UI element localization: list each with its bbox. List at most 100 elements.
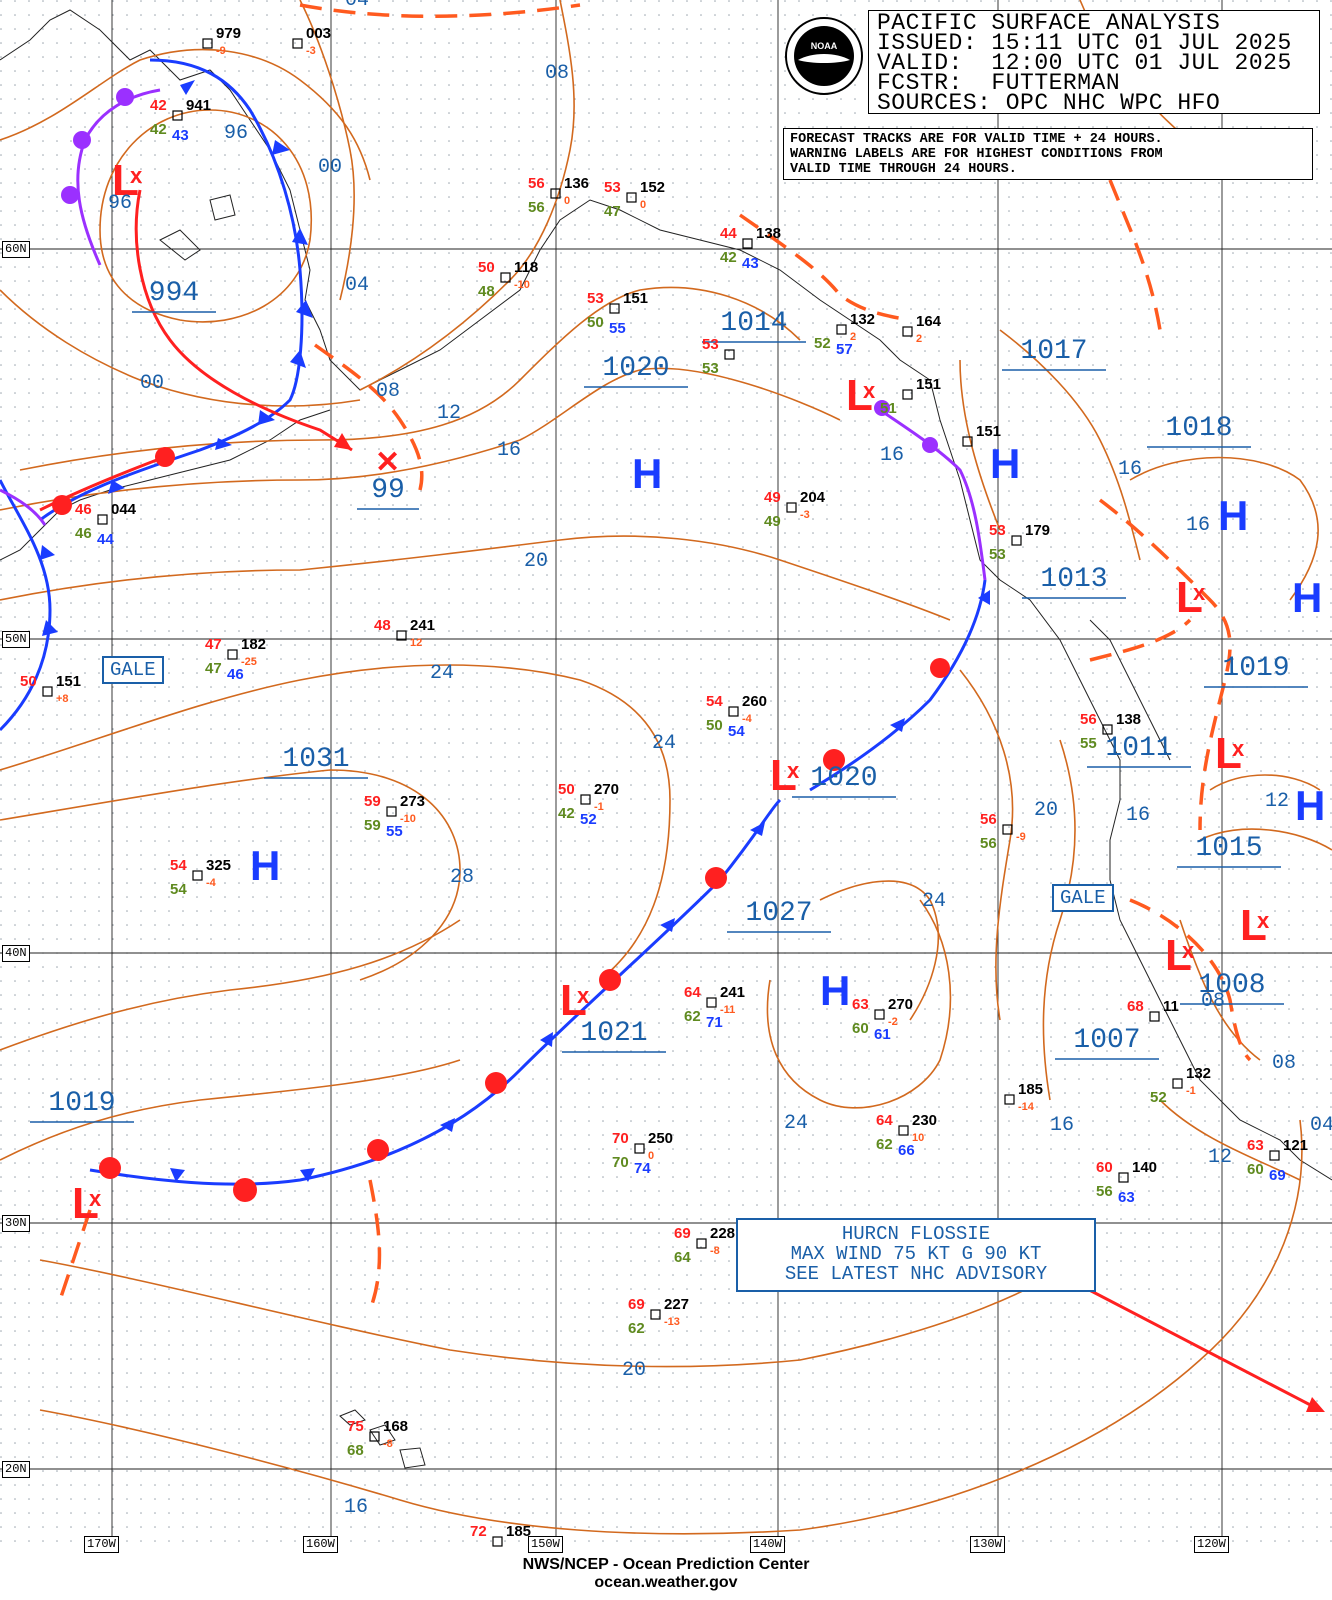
isobar-label: 16 [1126, 804, 1150, 827]
low-center: Lx [1215, 729, 1245, 778]
station-pressure: 11 [1163, 998, 1179, 1015]
high-center: H [820, 967, 850, 1014]
station-tendency: 2 [916, 333, 922, 345]
pressure-center-value: 99 [371, 475, 405, 506]
svg-text:x: x [89, 1186, 102, 1211]
station-pressure: 044 [111, 501, 137, 518]
station-pressure: 260 [742, 693, 767, 710]
station-pressure: 241 [410, 617, 435, 634]
station-temperature: 69 [628, 1296, 645, 1313]
station-temperature: 44 [720, 225, 737, 242]
station-tendency: -4 [742, 713, 753, 725]
lat-label: 20N [2, 1461, 30, 1478]
svg-text:x: x [1257, 908, 1270, 933]
station-dewpoint: 52 [814, 335, 831, 352]
station-tendency: -4 [206, 877, 217, 889]
gale-warning-label: GALE [102, 656, 164, 684]
high-center: H [250, 842, 280, 889]
low-center: Lx [1165, 931, 1195, 980]
station-temperature: 53 [604, 179, 621, 196]
station-pressure: 138 [1116, 711, 1141, 728]
station-temperature: 64 [684, 984, 701, 1001]
station-pressure: 270 [888, 996, 913, 1013]
station-tendency: 2 [850, 331, 856, 343]
station-pressure: 151 [623, 290, 648, 307]
pressure-center-value: 1014 [720, 308, 787, 339]
station-temperature: 56 [1080, 711, 1097, 728]
station-tendency: -1 [1186, 1085, 1196, 1097]
high-center: H [1218, 492, 1248, 539]
station-water-temp: 54 [728, 723, 745, 740]
isobar-label: 20 [524, 550, 548, 573]
station-dewpoint: 64 [674, 1249, 691, 1266]
station-temperature: 60 [1096, 1159, 1113, 1176]
station-dewpoint: 47 [205, 660, 222, 677]
station-tendency: -10 [514, 279, 530, 291]
station-tendency: 10 [912, 1132, 924, 1144]
station-tendency: 0 [564, 195, 570, 207]
station-dewpoint: 52 [1150, 1089, 1167, 1106]
analysis-header: PACIFIC SURFACE ANALYSIS ISSUED: 15:11 U… [868, 10, 1320, 115]
hurricane-advisory: SEE LATEST NHC ADVISORY [784, 1263, 1048, 1285]
isobar-label: 00 [140, 372, 164, 395]
high-center: H [632, 450, 662, 497]
station-dewpoint: 60 [852, 1020, 869, 1037]
station-water-temp: 55 [386, 823, 403, 840]
station-water-temp: 71 [706, 1014, 723, 1031]
forecast-note: FORECAST TRACKS ARE FOR VALID TIME + 24 … [783, 128, 1313, 180]
pressure-center-value: 1017 [1020, 336, 1087, 367]
station-pressure: 132 [850, 311, 875, 328]
station-tendency: -10 [400, 813, 416, 825]
pressure-center-value: 1011 [1105, 733, 1172, 764]
station-pressure: 121 [1283, 1137, 1308, 1154]
station-pressure: 003 [306, 25, 331, 42]
station-tendency: -8 [383, 1438, 393, 1450]
station-temperature: 72 [470, 1523, 487, 1540]
station-tendency: -14 [1018, 1101, 1035, 1113]
station-pressure: 270 [594, 781, 619, 798]
low-center: Lx [770, 751, 800, 800]
isobar-label: 04 [345, 0, 369, 12]
station-pressure: 168 [383, 1418, 408, 1435]
station-temperature: 56 [528, 175, 545, 192]
station-pressure: 151 [916, 376, 941, 393]
station-dewpoint: 42 [720, 249, 737, 266]
station-water-temp: 69 [1269, 1167, 1286, 1184]
station-pressure: 227 [664, 1296, 689, 1313]
pressure-center-value: 1019 [48, 1088, 115, 1119]
station-dewpoint: 60 [1247, 1161, 1264, 1178]
isobar-label: 08 [1272, 1052, 1296, 1075]
surface-analysis-map: Lx ✕ Lx Lx Lx Lx Lx Lx Lx Lx H H H H H H… [0, 0, 1332, 1600]
station-temperature: 54 [170, 857, 187, 874]
isobar-label: 12 [437, 402, 461, 425]
lat-label: 50N [2, 631, 30, 648]
isobar-label: 08 [376, 380, 400, 403]
pressure-center-value: 1031 [282, 744, 349, 775]
station-tendency: -1 [594, 801, 604, 813]
station-tendency: -9 [1016, 831, 1026, 843]
station-temperature: 49 [764, 489, 781, 506]
station-temperature: 47 [205, 636, 222, 653]
station-dewpoint: 50 [587, 314, 604, 331]
station-dewpoint: 54 [170, 881, 187, 898]
isobar-label: 04 [1310, 1114, 1332, 1137]
low-center: Lx [846, 371, 876, 420]
note-line: WARNING LABELS ARE FOR HIGHEST CONDITION… [790, 147, 1163, 162]
svg-text:x: x [863, 378, 876, 403]
station-pressure: 138 [756, 225, 781, 242]
station-temperature: 50 [478, 259, 495, 276]
svg-text:H: H [1292, 574, 1322, 621]
svg-text:x: x [1193, 580, 1206, 605]
isobar-label: 12 [1208, 1146, 1232, 1169]
station-temperature: 69 [674, 1225, 691, 1242]
station-pressure: 118 [514, 259, 538, 276]
station-temperature: 46 [75, 501, 92, 518]
station-temperature: 50 [558, 781, 575, 798]
station-tendency: -9 [216, 45, 226, 57]
station-pressure: 325 [206, 857, 231, 874]
pressure-center-value: 1020 [602, 353, 669, 384]
svg-text:H: H [250, 842, 280, 889]
isobar-label: 00 [318, 156, 342, 179]
isobar-label: 16 [1050, 1114, 1074, 1137]
lon-label: 130W [970, 1536, 1005, 1553]
